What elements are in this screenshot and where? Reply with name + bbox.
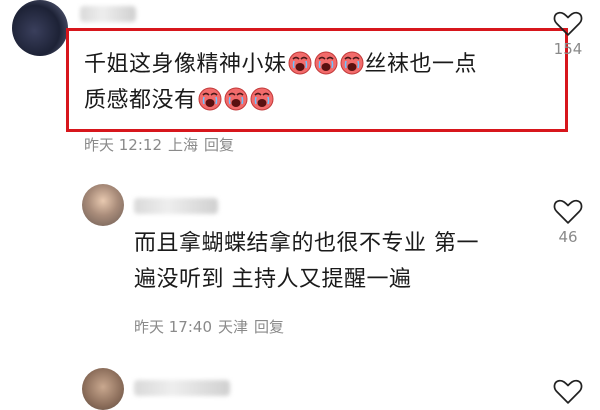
commenter-avatar[interactable]	[82, 368, 124, 410]
crying-face-icon	[313, 51, 338, 75]
comment-text: 而且拿蝴蝶结拿的也很不专业 第一 遍没听到 主持人又提醒一遍	[134, 226, 534, 298]
commenter-name-blurred[interactable]	[134, 380, 230, 396]
comment-text-part: 而且拿蝴蝶结拿的也很不专业 第一	[134, 231, 479, 256]
comment-time: 昨天 12:12	[84, 136, 162, 154]
reply-button[interactable]: 回复	[254, 318, 284, 336]
commenter-avatar[interactable]	[12, 0, 68, 56]
crying-face-icon	[223, 87, 248, 111]
like-button[interactable]	[548, 376, 588, 406]
comment-text-part: 千姐这身像精神小妹	[84, 52, 287, 77]
like-count: 46	[558, 228, 578, 246]
crying-face-icon	[287, 51, 312, 75]
like-button[interactable]: 154	[548, 8, 588, 58]
heart-icon	[553, 379, 583, 404]
comment-location: 天津	[218, 318, 249, 336]
comment-meta: 昨天 17:40 天津 回复	[134, 316, 290, 337]
reply-button[interactable]: 回复	[204, 136, 234, 154]
comment-text-part: 质感都没有	[84, 88, 197, 113]
commenter-name-blurred[interactable]	[134, 198, 218, 214]
crying-face-icon	[197, 87, 222, 111]
heart-icon	[553, 11, 583, 36]
comment-location: 上海	[168, 136, 199, 154]
commenter-avatar[interactable]	[82, 184, 124, 226]
like-count: 154	[553, 40, 583, 58]
like-button[interactable]: 46	[548, 196, 588, 246]
comment-meta: 昨天 12:12 上海 回复	[84, 134, 240, 155]
heart-icon	[553, 199, 583, 224]
comment-text: 千姐这身像精神小妹 丝袜也一点 质感都没有	[84, 47, 554, 119]
crying-face-icon	[249, 87, 274, 111]
comment-time: 昨天 17:40	[134, 318, 212, 336]
comment-text-part: 丝袜也一点	[364, 52, 478, 77]
comment-text-part: 遍没听到 主持人又提醒一遍	[134, 267, 412, 292]
commenter-name-blurred[interactable]	[80, 6, 136, 22]
crying-face-icon	[339, 51, 364, 75]
